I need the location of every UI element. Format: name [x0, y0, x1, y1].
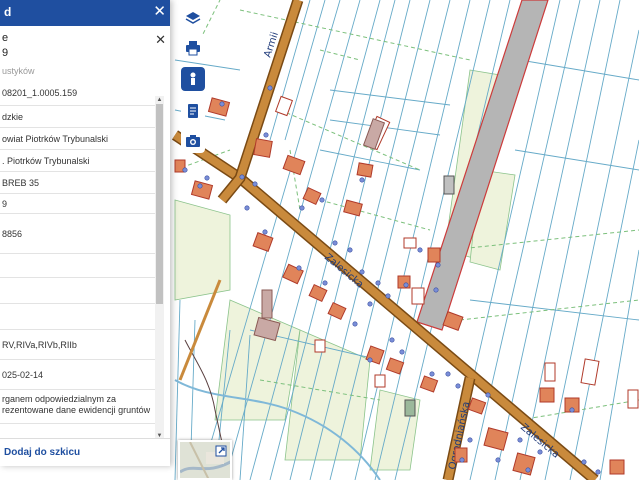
attribute-row — [0, 254, 155, 278]
attribute-row: 025-02-14 — [0, 360, 155, 390]
attribute-row: 9 — [0, 194, 155, 214]
panel-scrollbar[interactable]: ▲ ▼ — [155, 96, 164, 440]
layers-button[interactable] — [181, 6, 205, 30]
add-to-sketch-button[interactable]: Dodaj do szkicu — [4, 447, 80, 458]
attribute-row: RV,RIVa,RIVb,RIIb — [0, 330, 155, 360]
notes-icon — [188, 104, 198, 118]
panel-footer: Dodaj do szkicu — [0, 438, 170, 466]
print-icon — [186, 41, 200, 56]
print-button[interactable] — [181, 36, 205, 60]
attribute-row — [0, 304, 155, 330]
result-subtitle: ustyków — [2, 66, 35, 76]
result-value: 9 — [2, 47, 9, 59]
attribute-row: rganem odpowiedzialnym za rezentowane da… — [0, 390, 155, 424]
parcel-attributes: e 9 ustyków 08201_1.0005.159 dzkie owiat… — [0, 26, 155, 438]
panel-header-title: d — [4, 5, 12, 19]
parcel-info-panel: d ✕ ✕ e 9 ustyków 08201_1.0005.159 dzkie… — [0, 0, 170, 466]
overview-map[interactable] — [178, 440, 232, 480]
attribute-row: 8856 — [0, 214, 155, 254]
scrollbar-thumb[interactable] — [156, 104, 163, 304]
panel-header: d ✕ — [0, 0, 170, 26]
close-result-icon[interactable]: ✕ — [155, 32, 166, 48]
result-title: e — [2, 32, 9, 44]
attribute-row — [0, 278, 155, 304]
attribute-row: BREB 35 — [0, 172, 155, 194]
scroll-up-icon[interactable]: ▲ — [155, 96, 164, 104]
attribute-row: . Piotrków Trybunalski — [0, 150, 155, 172]
attribute-row: owiat Piotrków Trybunalski — [0, 128, 155, 150]
camera-icon — [186, 135, 200, 147]
layers-icon — [185, 12, 201, 24]
expand-icon[interactable] — [215, 445, 227, 457]
notes-button[interactable] — [181, 99, 205, 123]
close-icon[interactable]: ✕ — [153, 3, 166, 21]
person-icon — [190, 72, 196, 85]
identify-button[interactable] — [181, 67, 205, 91]
field-area — [174, 199, 231, 301]
screenshot-button[interactable] — [181, 129, 205, 153]
attribute-row: 08201_1.0005.159 — [0, 80, 155, 106]
attribute-row: dzkie — [0, 106, 155, 128]
